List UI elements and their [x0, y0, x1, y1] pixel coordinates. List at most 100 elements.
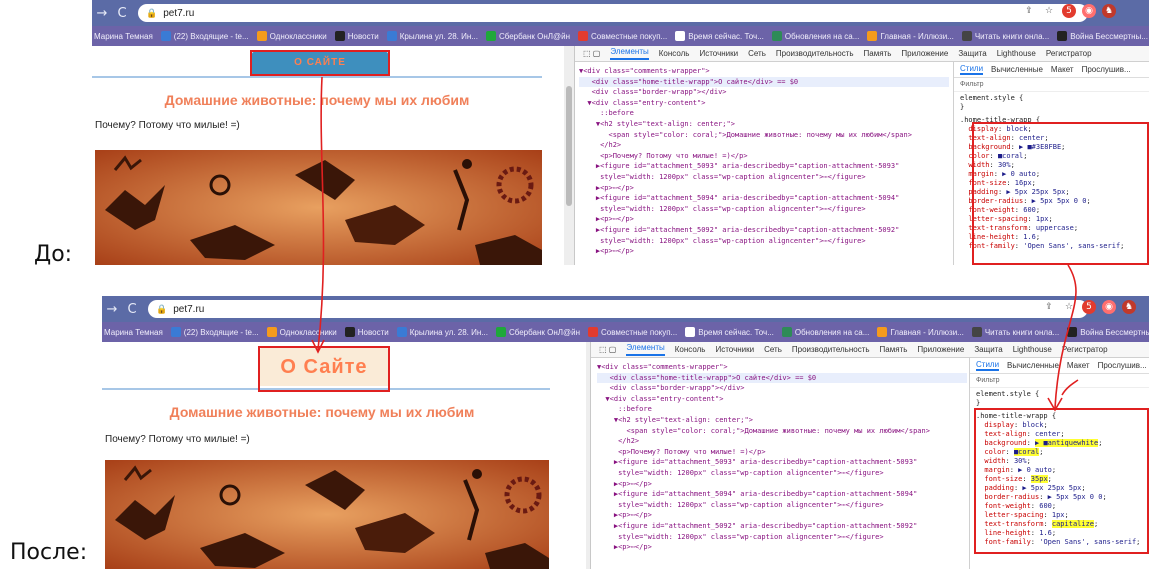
- bookmark-item[interactable]: Одноклассники: [266, 327, 337, 337]
- css-property[interactable]: line-height: 1.6;: [970, 529, 1149, 538]
- styles-tab[interactable]: Вычисленные: [991, 65, 1043, 74]
- bookmark-item[interactable]: Одноклассники: [256, 31, 327, 41]
- extension-icon[interactable]: ◉: [1102, 300, 1116, 314]
- dom-line[interactable]: <div class="home-title-wrapp">О сайте</d…: [597, 372, 967, 384]
- dom-line[interactable]: ▼<div class="entry-content">: [597, 394, 967, 405]
- dom-line[interactable]: ▶<figure id="attachment_5092" aria-descr…: [597, 521, 967, 532]
- star-icon[interactable]: ☆: [1062, 300, 1076, 314]
- dom-line[interactable]: ::before: [597, 404, 967, 415]
- devtools-tab[interactable]: Производительность: [776, 49, 854, 58]
- dom-line[interactable]: <div class="border-wrapp"></div>: [597, 383, 967, 394]
- styles-filter-input[interactable]: Фильтр: [954, 78, 1149, 92]
- dom-line[interactable]: style="width: 1200px" class="wp-caption …: [579, 204, 949, 215]
- css-property[interactable]: font-weight: 600;: [970, 502, 1149, 511]
- styles-tab[interactable]: Стили: [960, 64, 984, 75]
- styles-tab[interactable]: Макет: [1067, 361, 1090, 370]
- bookmark-item[interactable]: Главная - Иллюзи...: [867, 31, 954, 41]
- css-property[interactable]: width: 30%;: [954, 161, 1149, 170]
- css-property[interactable]: letter-spacing: 1px;: [970, 511, 1149, 520]
- bookmark-item[interactable]: Обновления на са...: [771, 31, 859, 41]
- bookmark-item[interactable]: (22) Входящие - te...: [170, 327, 259, 337]
- dom-line[interactable]: <div class="border-wrapp"></div>: [579, 87, 949, 98]
- address-bar[interactable]: 🔒 pet7.ru: [148, 300, 1088, 318]
- bookmark-item[interactable]: Сбербанк ОнЛ@йн: [495, 327, 580, 337]
- styles-tab[interactable]: Прослушив...: [1098, 361, 1147, 370]
- extension-icon[interactable]: ♞: [1102, 4, 1116, 18]
- star-icon[interactable]: ☆: [1042, 4, 1056, 18]
- styles-tab[interactable]: Вычисленные: [1007, 361, 1059, 370]
- css-property[interactable]: text-align: center;: [970, 430, 1149, 439]
- dom-line[interactable]: ▼<div class="comments-wrapper">: [579, 66, 949, 77]
- inspect-icon[interactable]: ⬚ ▢: [599, 345, 616, 354]
- dom-line[interactable]: ▼<div class="comments-wrapper">: [597, 362, 967, 373]
- css-property[interactable]: text-transform: uppercase;: [954, 224, 1149, 233]
- bookmark-item[interactable]: Время сейчас. Точ...: [685, 327, 774, 337]
- dom-line[interactable]: <span style="color: coral;">Домашние жив…: [579, 130, 949, 141]
- dom-line[interactable]: ▼<h2 style="text-align: center;">: [579, 119, 949, 130]
- devtools-tab[interactable]: Защита: [958, 49, 986, 58]
- css-property[interactable]: padding: ▶ 5px 25px 5px;: [970, 484, 1149, 493]
- dom-line[interactable]: ▶<figure id="attachment_5093" aria-descr…: [579, 161, 949, 172]
- back-icon[interactable]: →: [102, 302, 122, 317]
- dom-line[interactable]: style="width: 1200px" class="wp-caption …: [597, 468, 967, 479]
- share-icon[interactable]: ⇪: [1022, 4, 1036, 18]
- bookmark-item[interactable]: Читать книги онла...: [971, 327, 1059, 337]
- dom-line[interactable]: ▶<p>⋯</p>: [579, 214, 949, 225]
- devtools-tab[interactable]: Элементы: [610, 47, 649, 60]
- dom-line[interactable]: ▶<p>⋯</p>: [579, 246, 949, 257]
- bookmark-item[interactable]: (22) Входящие - te...: [160, 31, 249, 41]
- bookmark-item[interactable]: Марина Темная: [104, 328, 163, 337]
- bookmark-item[interactable]: Совместные покуп...: [578, 31, 667, 41]
- css-property[interactable]: margin: ▶ 0 auto;: [970, 466, 1149, 475]
- styles-filter-input[interactable]: Фильтр: [970, 374, 1149, 388]
- page-scrollbar[interactable]: [564, 46, 574, 265]
- bookmark-item[interactable]: Крылина ул. 28. Ин...: [386, 31, 478, 41]
- bookmark-item[interactable]: Совместные покуп...: [588, 327, 677, 337]
- dom-line[interactable]: ▶<figure id="attachment_5092" aria-descr…: [579, 225, 949, 236]
- dom-line[interactable]: ▼<div class="entry-content">: [579, 98, 949, 109]
- devtools-tab[interactable]: Lighthouse: [1013, 345, 1052, 354]
- css-property[interactable]: text-transform: capitalize;: [970, 520, 1149, 529]
- styles-tab[interactable]: Стили: [976, 360, 1000, 371]
- dom-line[interactable]: </h2>: [597, 436, 967, 447]
- dom-line[interactable]: <span style="color: coral;">Домашние жив…: [597, 426, 967, 437]
- devtools-tab[interactable]: Регистратор: [1062, 345, 1108, 354]
- devtools-tab[interactable]: Память: [880, 345, 908, 354]
- css-property[interactable]: display: block;: [970, 421, 1149, 430]
- bookmark-item[interactable]: Сбербанк ОнЛ@йн: [485, 31, 570, 41]
- css-property[interactable]: font-size: 35px;: [970, 475, 1149, 484]
- dom-line[interactable]: style="width: 1200px" class="wp-caption …: [579, 172, 949, 183]
- devtools-tab[interactable]: Приложение: [901, 49, 948, 58]
- css-property[interactable]: letter-spacing: 1px;: [954, 215, 1149, 224]
- bookmark-item[interactable]: Время сейчас. Точ...: [675, 31, 764, 41]
- css-property[interactable]: line-height: 1.6;: [954, 233, 1149, 242]
- reload-icon[interactable]: C: [112, 6, 132, 21]
- dom-line[interactable]: <p>Почему? Потому что милые! =)</p>: [597, 447, 967, 458]
- dom-line[interactable]: <div class="home-title-wrapp">О сайте</d…: [579, 76, 949, 88]
- extension-icon[interactable]: 5: [1062, 4, 1076, 18]
- dom-line[interactable]: ▼<h2 style="text-align: center;">: [597, 415, 967, 426]
- bookmark-item[interactable]: Новости: [334, 31, 379, 41]
- dom-line[interactable]: ▶<figure id="attachment_5093" aria-descr…: [597, 457, 967, 468]
- css-property[interactable]: border-radius: ▶ 5px 5px 0 0;: [954, 197, 1149, 206]
- css-property[interactable]: color: ■coral;: [970, 448, 1149, 457]
- dom-line[interactable]: ▶<figure id="attachment_5094" aria-descr…: [579, 193, 949, 204]
- css-property[interactable]: font-family: 'Open Sans', sans-serif;: [954, 242, 1149, 251]
- extension-icon[interactable]: ◉: [1082, 4, 1096, 18]
- devtools-tab[interactable]: Источники: [699, 49, 738, 58]
- css-property[interactable]: color: ■coral;: [954, 152, 1149, 161]
- dom-line[interactable]: ▶<p>⋯</p>: [597, 510, 967, 521]
- dom-line[interactable]: <p>Почему? Потому что милые! =)</p>: [579, 151, 949, 162]
- css-property[interactable]: text-align: center;: [954, 134, 1149, 143]
- devtools-tab[interactable]: Консоль: [659, 49, 690, 58]
- css-property[interactable]: margin: ▶ 0 auto;: [954, 170, 1149, 179]
- back-icon[interactable]: →: [92, 6, 112, 21]
- css-property[interactable]: padding: ▶ 5px 25px 5px;: [954, 188, 1149, 197]
- css-property[interactable]: border-radius: ▶ 5px 5px 0 0;: [970, 493, 1149, 502]
- css-property[interactable]: width: 30%;: [970, 457, 1149, 466]
- devtools-tab[interactable]: Приложение: [917, 345, 964, 354]
- dom-line[interactable]: ▶<p>⋯</p>: [579, 183, 949, 194]
- bookmark-item[interactable]: Война Бессмертны...: [1067, 327, 1149, 337]
- styles-tab[interactable]: Макет: [1051, 65, 1074, 74]
- dom-line[interactable]: style="width: 1200px" class="wp-caption …: [597, 532, 967, 543]
